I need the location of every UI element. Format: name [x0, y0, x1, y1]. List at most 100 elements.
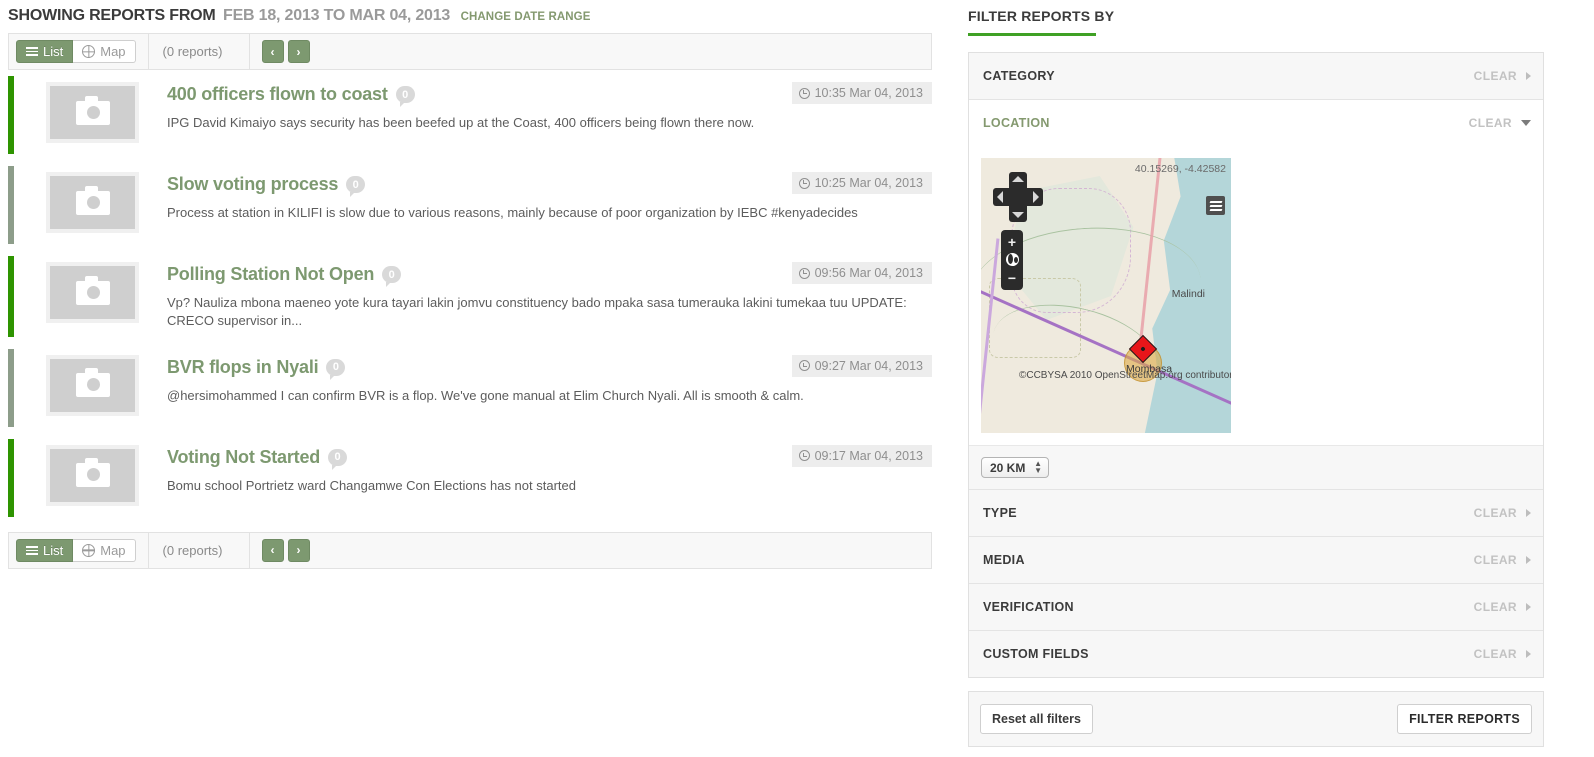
clock-icon: [798, 87, 810, 99]
change-date-range-link[interactable]: CHANGE DATE RANGE: [461, 11, 591, 23]
toolbar-bottom: List Map (0 reports) ‹ ›: [8, 531, 932, 569]
map-view-button-bottom[interactable]: Map: [73, 538, 136, 562]
report-title[interactable]: Voting Not Started: [167, 447, 320, 468]
report-thumbnail[interactable]: [46, 262, 139, 323]
report-thumbnail[interactable]: [46, 354, 139, 416]
report-title[interactable]: BVR flops in Nyali: [167, 357, 319, 378]
table-row[interactable]: Slow voting process 0 Process at station…: [8, 160, 932, 250]
report-body: BVR flops in Nyali 0 @hersimohammed I ca…: [139, 354, 932, 421]
list-view-button-top[interactable]: List: [16, 40, 74, 63]
next-page-button-bottom[interactable]: ›: [287, 538, 310, 562]
comment-count-badge[interactable]: 0: [395, 86, 415, 107]
comment-count-badge[interactable]: 0: [382, 266, 402, 287]
chevron-right-icon[interactable]: [1526, 72, 1531, 80]
filter-section-header-media[interactable]: MEDIA CLEAR: [969, 537, 1543, 583]
clear-custom-fields-link[interactable]: CLEAR: [1474, 647, 1517, 661]
verified-accent-bar: [8, 438, 14, 517]
filter-section-header-location[interactable]: LOCATION CLEAR: [969, 100, 1543, 146]
pan-up-icon[interactable]: [1012, 176, 1024, 182]
chevron-right-icon[interactable]: [1526, 650, 1531, 658]
clear-location-link[interactable]: CLEAR: [1469, 116, 1512, 130]
clear-type-link[interactable]: CLEAR: [1474, 506, 1517, 520]
clear-category-link[interactable]: CLEAR: [1474, 69, 1517, 83]
map-coordinates: 40.15269, -4.42582: [1134, 163, 1226, 175]
comment-count-badge[interactable]: 0: [328, 448, 348, 470]
map-view-button-top[interactable]: Map: [73, 40, 136, 63]
camera-icon: [75, 275, 110, 305]
chevron-right-icon[interactable]: [1526, 603, 1531, 611]
report-body: Voting Not Started 0 Bomu school Portrie…: [139, 444, 932, 511]
report-title[interactable]: Slow voting process: [167, 174, 338, 195]
status-badge: 10:35 Mar 04, 2013: [791, 82, 932, 104]
report-thumbnail[interactable]: [46, 444, 139, 506]
zoom-in-button[interactable]: +: [1008, 235, 1016, 249]
camera-icon: [75, 95, 110, 125]
zoom-out-button[interactable]: −: [1008, 271, 1016, 285]
status-badge: 09:56 Mar 04, 2013: [791, 262, 932, 284]
chevron-down-icon[interactable]: [1521, 120, 1531, 126]
table-row[interactable]: Voting Not Started 0 Bomu school Portrie…: [8, 433, 932, 523]
pagination-bottom: ‹ ›: [261, 538, 310, 562]
filter-section-custom-fields: CUSTOM FIELDS CLEAR: [969, 631, 1543, 677]
filter-label-category: CATEGORY: [983, 69, 1055, 83]
map-place-label-malindi: Malindi: [1171, 288, 1205, 300]
chevron-right-icon[interactable]: [1526, 509, 1531, 517]
filter-sections-panel: CATEGORY CLEAR LOCATION CLEAR 40.15269, …: [968, 52, 1544, 678]
location-map[interactable]: 40.15269, -4.42582 + − Malindi Mombasa ©…: [981, 158, 1231, 433]
filter-reports-button[interactable]: FILTER REPORTS: [1397, 704, 1532, 734]
clock-icon: [798, 450, 810, 462]
report-thumbnail[interactable]: [46, 82, 139, 143]
table-row[interactable]: Polling Station Not Open 0 Vp? Nauliza m…: [8, 250, 932, 343]
location-filter-body: 40.15269, -4.42582 + − Malindi Mombasa ©…: [969, 146, 1543, 445]
comment-count-badge[interactable]: 0: [326, 358, 346, 380]
report-timestamp: 09:56 Mar 04, 2013: [814, 266, 923, 280]
list-view-button-bottom[interactable]: List: [16, 538, 74, 562]
date-range-text: FEB 18, 2013 TO MAR 04, 2013: [223, 7, 451, 24]
reset-all-filters-button[interactable]: Reset all filters: [980, 704, 1093, 734]
verified-accent-bar: [8, 348, 14, 427]
filter-section-header-category[interactable]: CATEGORY CLEAR: [969, 53, 1543, 99]
report-title[interactable]: Polling Station Not Open: [167, 264, 374, 285]
chevron-right-icon[interactable]: [1526, 556, 1531, 564]
report-timestamp: 10:35 Mar 04, 2013: [814, 86, 923, 100]
report-thumbnail[interactable]: [46, 172, 139, 233]
report-timestamp: 09:27 Mar 04, 2013: [814, 358, 923, 373]
camera-icon: [75, 185, 110, 215]
prev-page-button-bottom[interactable]: ‹: [261, 538, 284, 562]
filter-actions-custom-fields: CLEAR: [1474, 647, 1531, 661]
map-layers-button[interactable]: [1206, 196, 1225, 215]
table-row[interactable]: 400 officers flown to coast 0 IPG David …: [8, 70, 932, 160]
clear-media-link[interactable]: CLEAR: [1474, 553, 1517, 567]
filter-label-custom-fields: CUSTOM FIELDS: [983, 647, 1089, 661]
list-icon: [26, 47, 38, 56]
map-view-label: Map: [100, 542, 126, 558]
pan-left-icon[interactable]: [997, 191, 1003, 203]
filter-section-media: MEDIA CLEAR: [969, 537, 1543, 584]
filter-section-header-custom-fields[interactable]: CUSTOM FIELDS CLEAR: [969, 631, 1543, 677]
clear-verification-link[interactable]: CLEAR: [1474, 600, 1517, 614]
report-title[interactable]: 400 officers flown to coast: [167, 84, 388, 105]
pan-right-icon[interactable]: [1033, 191, 1039, 203]
comment-count-badge[interactable]: 0: [346, 176, 366, 197]
verified-accent-bar: [8, 166, 14, 244]
globe-icon: [82, 45, 96, 58]
reports-page: SHOWING REPORTS FROM FEB 18, 2013 TO MAR…: [0, 0, 1594, 757]
filter-panel-title: FILTER REPORTS BY: [968, 8, 1115, 24]
filter-section-type: TYPE CLEAR: [969, 490, 1543, 537]
filter-actions-panel: Reset all filters FILTER REPORTS: [968, 691, 1544, 747]
map-view-label: Map: [100, 44, 126, 59]
map-zoom-control[interactable]: + −: [1001, 230, 1023, 290]
pan-down-icon[interactable]: [1012, 212, 1024, 218]
globe-reset-icon[interactable]: [1005, 253, 1019, 267]
prev-page-button-top[interactable]: ‹: [261, 40, 284, 63]
next-page-button-top[interactable]: ›: [287, 40, 310, 63]
distance-select[interactable]: 20 KM: [981, 457, 1049, 478]
map-pan-control[interactable]: [993, 172, 1043, 222]
table-row[interactable]: BVR flops in Nyali 0 @hersimohammed I ca…: [8, 343, 932, 433]
list-view-label: List: [43, 542, 64, 558]
report-description: IPG David Kimaiyo says security has been…: [167, 115, 755, 130]
layers-icon: [1209, 200, 1222, 211]
page-header: SHOWING REPORTS FROM FEB 18, 2013 TO MAR…: [0, 0, 940, 24]
filter-section-header-verification[interactable]: VERIFICATION CLEAR: [969, 584, 1543, 630]
filter-section-header-type[interactable]: TYPE CLEAR: [969, 490, 1543, 536]
